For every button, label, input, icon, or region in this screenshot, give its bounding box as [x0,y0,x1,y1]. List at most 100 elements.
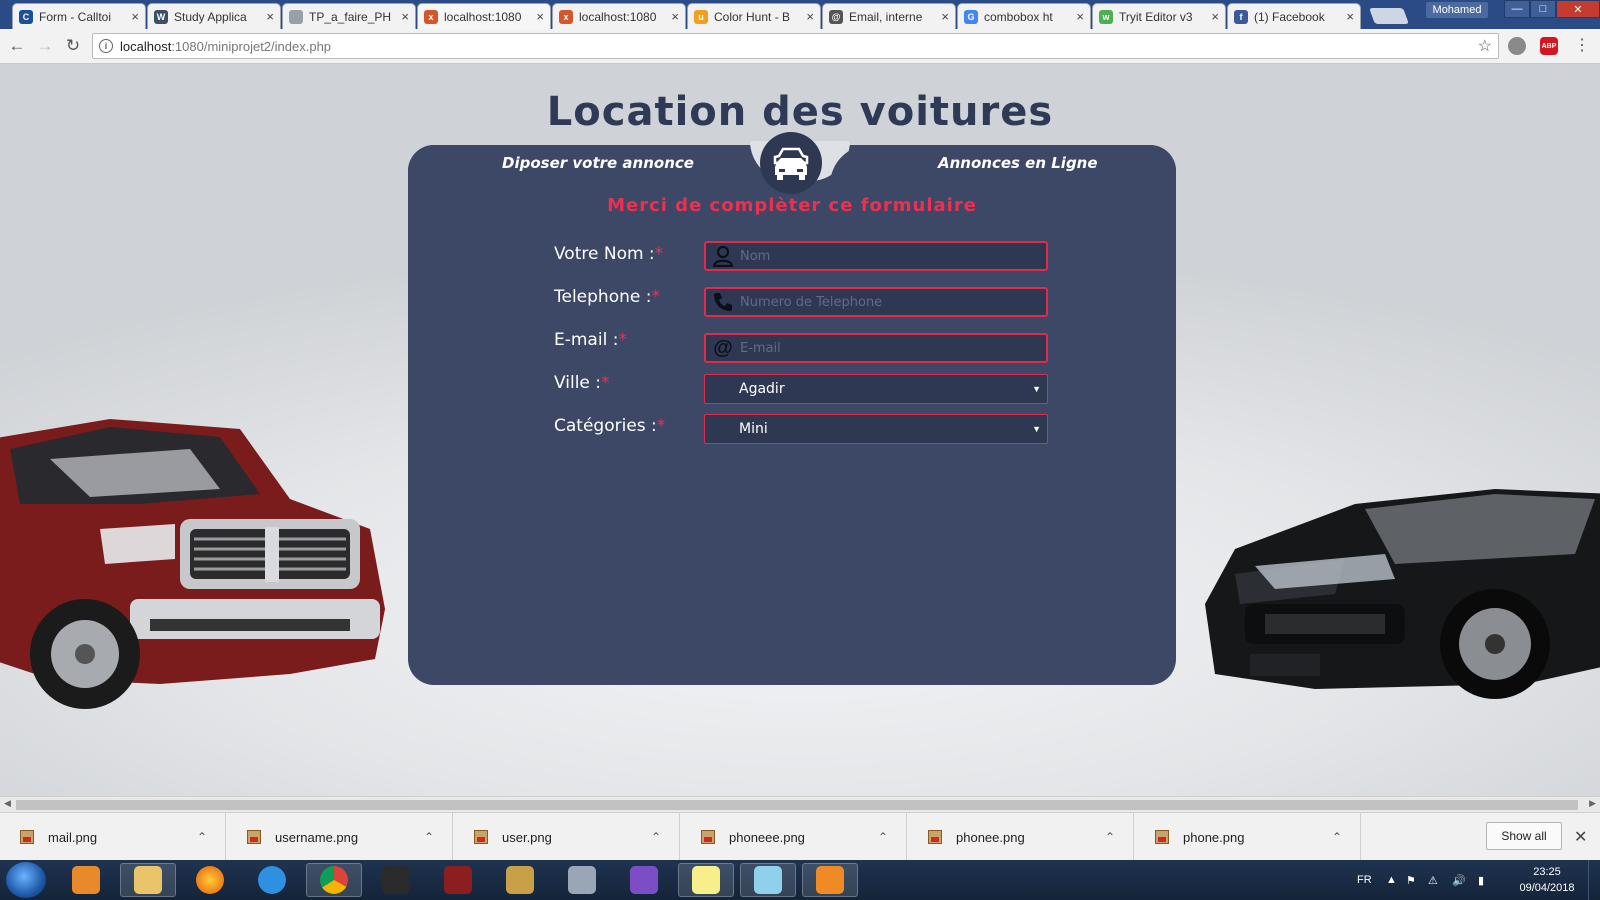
tab-close-icon[interactable]: × [401,9,409,24]
tab-close-icon[interactable]: × [1076,9,1084,24]
tab-deposer-label[interactable]: Diposer votre annonce [502,154,694,172]
site-info-icon[interactable]: i [99,39,113,53]
cars-icon [773,147,809,180]
sublime-text-icon[interactable] [802,863,858,897]
download-item[interactable]: mail.png ⌃ [0,813,226,861]
image-file-icon [474,830,488,844]
tools-icon[interactable] [554,863,610,897]
media-player-icon[interactable] [58,863,114,897]
download-options-icon[interactable]: ⌃ [878,830,888,844]
tab-annonces-label[interactable]: Annonces en Ligne [938,154,1098,172]
download-options-icon[interactable]: ⌃ [424,830,434,844]
nom-placeholder: Nom [740,248,771,264]
ville-label-text: Ville : [554,373,602,393]
download-filename: username.png [275,829,359,845]
browser-tab[interactable]: TP_a_faire_PH × [282,3,416,29]
start-button[interactable] [6,862,46,898]
download-options-icon[interactable]: ⌃ [1332,830,1342,844]
browser-tab[interactable]: @ Email, interne × [822,3,956,29]
tab-favicon-icon: u [694,9,708,24]
nom-input[interactable]: Nom [704,241,1048,271]
browser-tab[interactable]: W Study Applica × [147,3,281,29]
show-all-downloads-button[interactable]: Show all [1486,822,1562,850]
tab-close-icon[interactable]: × [536,9,544,24]
scrollbar-thumb[interactable] [16,800,1578,810]
action-center-flag-icon[interactable]: ⚑ [1406,860,1416,900]
tab-close-icon[interactable]: × [131,9,139,24]
tab-close-icon[interactable]: × [806,9,814,24]
download-item[interactable]: user.png ⌃ [454,813,680,861]
download-item[interactable]: phoneee.png ⌃ [681,813,907,861]
show-hidden-icons-icon[interactable]: ▲ [1386,860,1397,900]
tab-title: TP_a_faire_PH [309,9,392,24]
language-indicator[interactable]: FR [1357,860,1372,900]
address-bar[interactable]: i localhost:1080/miniprojet2/index.php ☆ [92,33,1499,59]
adblock-icon[interactable]: ABP [1540,37,1558,55]
image-file-icon [928,830,942,844]
required-mark: * [651,287,660,307]
tab-close-icon[interactable]: × [266,9,274,24]
browser-tab-strip: C Form - Calltoi × W Study Applica × TP_a_fair… [0,0,1600,29]
browser-tab[interactable]: x localhost:1080 × [552,3,686,29]
volume-icon[interactable]: 🔊 [1452,860,1466,900]
league-icon[interactable] [492,863,548,897]
scroll-left-icon[interactable]: ◀ [4,798,11,809]
game-icon[interactable] [430,863,486,897]
download-item[interactable]: phonee.png ⌃ [908,813,1134,861]
forward-icon[interactable]: → [34,35,56,57]
extension-icon[interactable] [1508,37,1526,55]
file-explorer-icon[interactable] [120,863,176,897]
download-item[interactable]: username.png ⌃ [227,813,453,861]
tab-close-icon[interactable]: × [671,9,679,24]
back-icon[interactable]: ← [6,35,28,57]
unity-icon[interactable] [368,863,424,897]
categories-select[interactable]: Mini ▼ [704,414,1048,444]
url-text: localhost:1080/miniprojet2/index.php [120,39,331,54]
dropdown-arrow-icon: ▼ [1032,384,1041,394]
email-label: E-mail :* [554,330,627,350]
image-file-icon [20,830,34,844]
tab-favicon-icon: @ [829,9,843,24]
browser-tab[interactable]: x localhost:1080 × [417,3,551,29]
minimize-button[interactable]: — [1504,0,1530,18]
browser-tab[interactable]: C Form - Calltoi × [12,3,146,29]
chrome-icon[interactable] [306,863,362,897]
clock-time: 23:25 [1533,866,1561,878]
reload-icon[interactable]: ↻ [62,35,84,57]
download-options-icon[interactable]: ⌃ [1105,830,1115,844]
scroll-right-icon[interactable]: ▶ [1589,798,1596,809]
browser-tab[interactable]: Gcombobox ht × [957,3,1091,29]
tab-favicon-icon [289,9,303,24]
download-item[interactable]: phone.png ⌃ [1135,813,1361,861]
network-warning-icon[interactable]: ⚠ [1428,860,1438,900]
tab-close-icon[interactable]: × [1211,9,1219,24]
signal-icon[interactable]: ▮ [1478,860,1484,900]
browser-menu-icon[interactable]: ⋮ [1574,36,1590,56]
visual-studio-icon[interactable] [616,863,672,897]
telephone-input[interactable]: Numero de Telephone [704,287,1048,317]
bookmark-star-icon[interactable]: ☆ [1478,36,1492,56]
show-desktop-button[interactable] [1588,860,1600,900]
taskbar-clock[interactable]: 23:25 09/04/2018 [1512,864,1582,896]
profile-button[interactable]: Mohamed [1426,2,1488,18]
close-downloads-icon[interactable]: ✕ [1574,827,1587,847]
horizontal-scrollbar[interactable]: ◀ ▶ [0,796,1600,812]
tab-title: localhost:1080 [579,9,657,24]
internet-explorer-icon[interactable] [244,863,300,897]
window-app-icon[interactable] [740,863,796,897]
browser-tab[interactable]: w Tryit Editor v3 × [1092,3,1226,29]
firefox-icon[interactable] [182,863,238,897]
new-tab-button[interactable] [1369,8,1409,24]
browser-tab[interactable]: u Color Hunt - B × [687,3,821,29]
tab-close-icon[interactable]: × [941,9,949,24]
download-filename: phone.png [1183,829,1245,845]
tab-close-icon[interactable]: × [1346,9,1354,24]
download-options-icon[interactable]: ⌃ [651,830,661,844]
close-window-button[interactable]: ✕ [1556,0,1600,18]
sticky-notes-icon[interactable] [678,863,734,897]
maximize-button[interactable]: □ [1530,0,1556,18]
browser-tab[interactable]: f (1) Facebook × [1227,3,1361,29]
download-options-icon[interactable]: ⌃ [197,830,207,844]
ville-select[interactable]: Agadir ▼ [704,374,1048,404]
email-input[interactable]: @ E-mail [704,333,1048,363]
